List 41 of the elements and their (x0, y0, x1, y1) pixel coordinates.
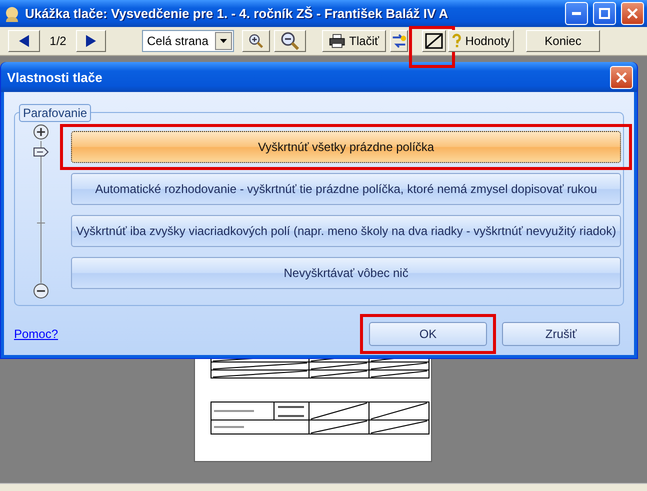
ok-button[interactable]: OK (369, 322, 487, 346)
window-title: Ukážka tlače: Vysvedčenie pre 1. - 4. ročník ZŠ - František Baláž IV A (25, 6, 450, 21)
group-label: Parafovanie (19, 104, 92, 122)
slash-button[interactable] (422, 30, 446, 52)
zoom-out-icon (281, 32, 299, 50)
zoom-dropdown[interactable]: Celá strana (142, 30, 234, 52)
values-button[interactable]: Hodnoty (448, 30, 514, 52)
slashed-box-icon (425, 33, 443, 49)
zoom-in-icon (249, 32, 263, 50)
cancel-button[interactable]: Zrušiť (502, 322, 620, 346)
minimize-button[interactable] (565, 2, 588, 25)
option-button[interactable]: Nevyškrtávať vôbec nič (71, 257, 622, 289)
swap-button[interactable] (390, 30, 408, 52)
next-arrow-icon (86, 35, 96, 47)
option-button[interactable]: Vyškrtnúť iba zvyšky viacriadkových polí (napr. meno školy na dva riadky - vyškrtnúť nevyužitý riadok) (71, 215, 622, 247)
minimize-icon (572, 12, 581, 15)
help-link[interactable]: Pomoc? (14, 327, 354, 341)
slider-track[interactable] (33, 123, 49, 301)
exit-button[interactable]: Koniec (526, 30, 600, 52)
close-icon (616, 72, 627, 82)
printer-icon (329, 33, 346, 49)
previous-arrow-icon (19, 35, 29, 47)
option-button[interactable]: Automatické rozhodovanie - vyškrtnúť tie prázdne políčka, ktoré nemá zmysel dopisovať rukou (71, 173, 622, 205)
slider-thumb[interactable] (33, 147, 49, 157)
prev-button[interactable] (8, 30, 40, 52)
page-counter: 1/2 (48, 34, 68, 48)
maximize-icon (599, 8, 610, 19)
close-button[interactable] (610, 66, 633, 88)
question-mark-icon (452, 32, 462, 50)
zoom-out-button[interactable] (274, 30, 306, 52)
swap-arrows-icon (391, 33, 407, 49)
caret-icon (220, 39, 227, 43)
maximize-button[interactable] (593, 2, 616, 25)
app-icon (4, 6, 20, 22)
print-button[interactable]: Tlačiť (322, 30, 386, 52)
option-button[interactable]: Vyškrtnúť všetky prázdne políčka (71, 131, 622, 163)
dialog-title: Vlastnosti tlače (7, 70, 104, 84)
zoom-in-button[interactable] (242, 30, 270, 52)
close-button[interactable] (621, 2, 644, 25)
next-button[interactable] (76, 30, 106, 52)
close-icon (627, 8, 638, 19)
